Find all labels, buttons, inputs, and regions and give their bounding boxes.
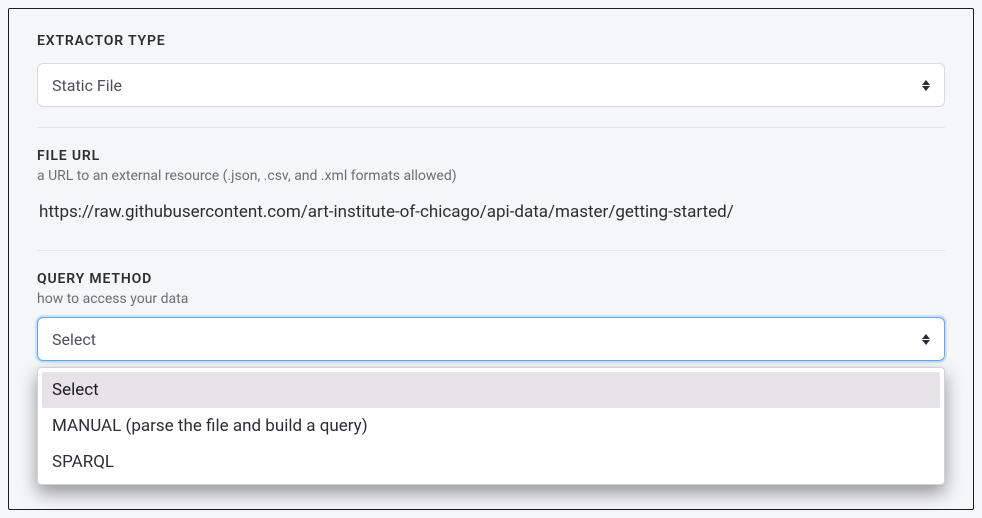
divider	[37, 250, 945, 251]
divider	[37, 127, 945, 128]
extractor-type-select[interactable]: Static File	[37, 63, 945, 107]
dropdown-option-sparql[interactable]: SPARQL	[42, 444, 940, 480]
extractor-type-label: EXTRACTOR TYPE	[37, 33, 945, 49]
form-panel: EXTRACTOR TYPE Static File FILE URL a UR…	[8, 8, 974, 510]
query-method-select[interactable]: Select	[37, 317, 945, 361]
query-method-group: QUERY METHOD how to access your data Sel…	[37, 271, 945, 361]
sort-icon	[922, 80, 930, 91]
extractor-type-value: Static File	[52, 76, 122, 95]
file-url-help: a URL to an external resource (.json, .c…	[37, 168, 945, 184]
query-method-help: how to access your data	[37, 291, 945, 307]
query-method-dropdown: Select MANUAL (parse the file and build …	[37, 367, 945, 485]
file-url-label: FILE URL	[37, 148, 945, 164]
query-method-value: Select	[52, 330, 96, 349]
dropdown-option-manual[interactable]: MANUAL (parse the file and build a query…	[42, 408, 940, 444]
extractor-type-select-wrap: Static File	[37, 63, 945, 107]
dropdown-option-select[interactable]: Select	[42, 372, 940, 408]
query-method-select-wrap: Select Select MANUAL (parse the file and…	[37, 317, 945, 361]
file-url-group: FILE URL a URL to an external resource (…	[37, 148, 945, 230]
file-url-input[interactable]	[37, 194, 945, 230]
extractor-type-group: EXTRACTOR TYPE Static File	[37, 33, 945, 107]
sort-icon	[922, 334, 930, 345]
query-method-label: QUERY METHOD	[37, 271, 945, 287]
